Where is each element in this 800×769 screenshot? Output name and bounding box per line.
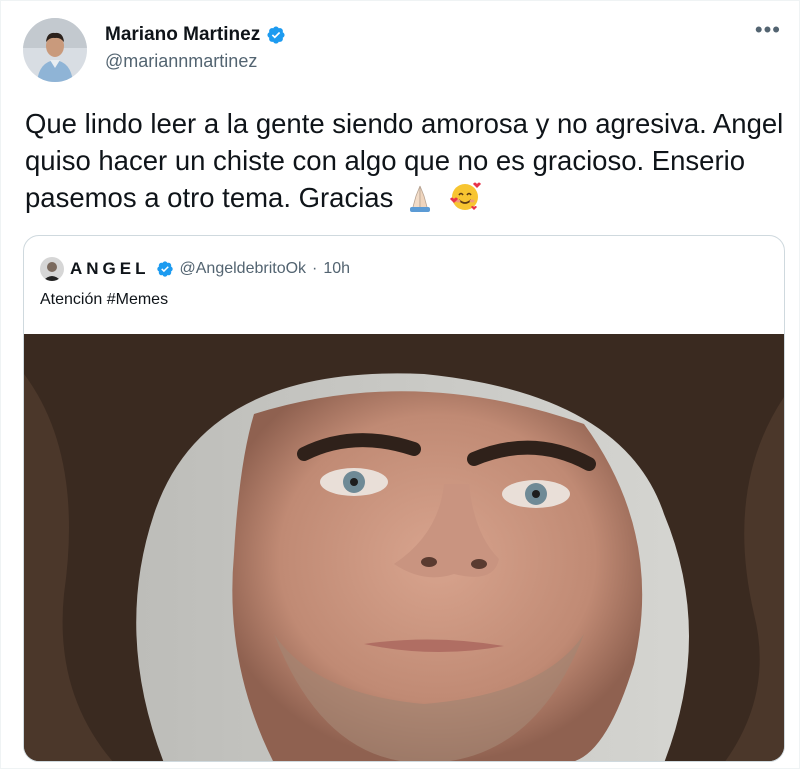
folded-hands-icon [405, 183, 435, 222]
author-handle[interactable]: @mariannmartinez [105, 51, 286, 72]
quoted-tweet-header: ANGEL @AngeldebritoOk · 10h [40, 257, 350, 281]
quoted-author-handle[interactable]: @AngeldebritoOk [180, 260, 307, 278]
verified-badge-icon [266, 25, 286, 45]
more-options-icon[interactable]: ••• [755, 19, 781, 41]
smiling-face-with-hearts-icon [447, 179, 481, 222]
author-display-name[interactable]: Mariano Martinez [105, 24, 260, 46]
verified-badge-icon [156, 260, 174, 278]
separator-dot: · [312, 260, 318, 277]
quoted-author-name[interactable]: ANGEL [70, 259, 150, 279]
tweet-text: Que lindo leer a la gente siendo amorosa… [25, 105, 785, 222]
quoted-tweet-text: Atención #Memes [40, 291, 169, 308]
quoted-author-avatar[interactable] [40, 257, 64, 281]
quoted-tweet[interactable]: ANGEL @AngeldebritoOk · 10h Atención #Me… [23, 235, 785, 762]
tweet-card[interactable]: Mariano Martinez @mariannmartinez ••• Qu… [0, 0, 800, 769]
author-block: Mariano Martinez @mariannmartinez [105, 24, 286, 72]
quoted-tweet-photo[interactable] [24, 334, 784, 761]
author-avatar[interactable] [23, 18, 87, 82]
quoted-tweet-time[interactable]: 10h [323, 260, 350, 278]
